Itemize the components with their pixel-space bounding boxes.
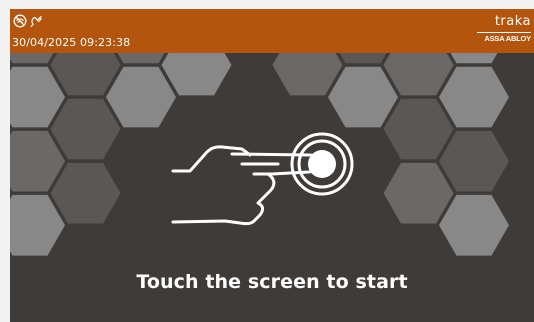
status-icons xyxy=(13,14,43,28)
touch-to-start-area[interactable] xyxy=(10,53,534,322)
traka-logo: traka ASSA ABLOY xyxy=(471,15,531,43)
status-header: 30/04/2025 09:23:38 traka ASSA ABLOY xyxy=(10,9,534,53)
device-frame: 30/04/2025 09:23:38 traka ASSA ABLOY Tou… xyxy=(0,0,534,322)
no-signal-icon xyxy=(13,14,27,28)
logo-subtext: ASSA ABLOY xyxy=(484,34,531,43)
kiosk-screen: 30/04/2025 09:23:38 traka ASSA ABLOY Tou… xyxy=(10,9,534,322)
logo-wordmark: traka xyxy=(494,14,531,29)
unplugged-icon xyxy=(29,14,43,28)
datetime-label: 30/04/2025 09:23:38 xyxy=(12,36,131,49)
logo-divider xyxy=(477,32,531,33)
